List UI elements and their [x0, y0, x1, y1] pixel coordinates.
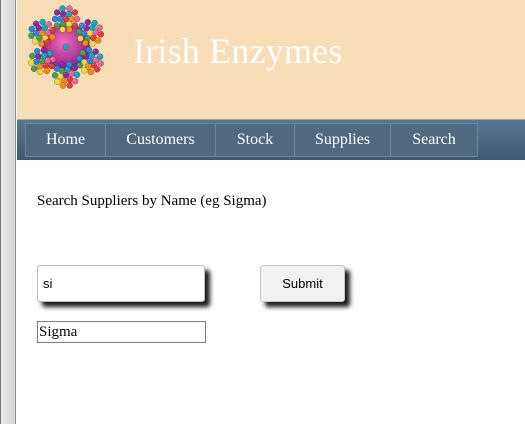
site-title: Irish Enzymes [133, 31, 343, 71]
browser-viewport: Irish Enzymes Home Customers Stock Suppl… [0, 0, 525, 424]
window-left-border [1, 0, 16, 424]
nav-item-customers[interactable]: Customers [106, 124, 216, 156]
nav-item-supplies[interactable]: Supplies [295, 124, 391, 156]
search-instructions: Search Suppliers by Name (eg Sigma) [37, 193, 267, 209]
nav-item-stock[interactable]: Stock [216, 124, 295, 156]
molecule-cluster-logo [27, 5, 105, 89]
nav-item-search[interactable]: Search [391, 124, 477, 156]
nav-menu: Home Customers Stock Supplies Search [25, 123, 478, 157]
submit-button[interactable]: Submit [260, 265, 345, 302]
site-header: Irish Enzymes [17, 0, 525, 120]
main-navbar: Home Customers Stock Supplies Search [17, 119, 525, 160]
nav-item-home[interactable]: Home [26, 124, 106, 156]
search-result-item: Sigma [37, 321, 206, 343]
supplier-search-input[interactable] [37, 265, 205, 302]
